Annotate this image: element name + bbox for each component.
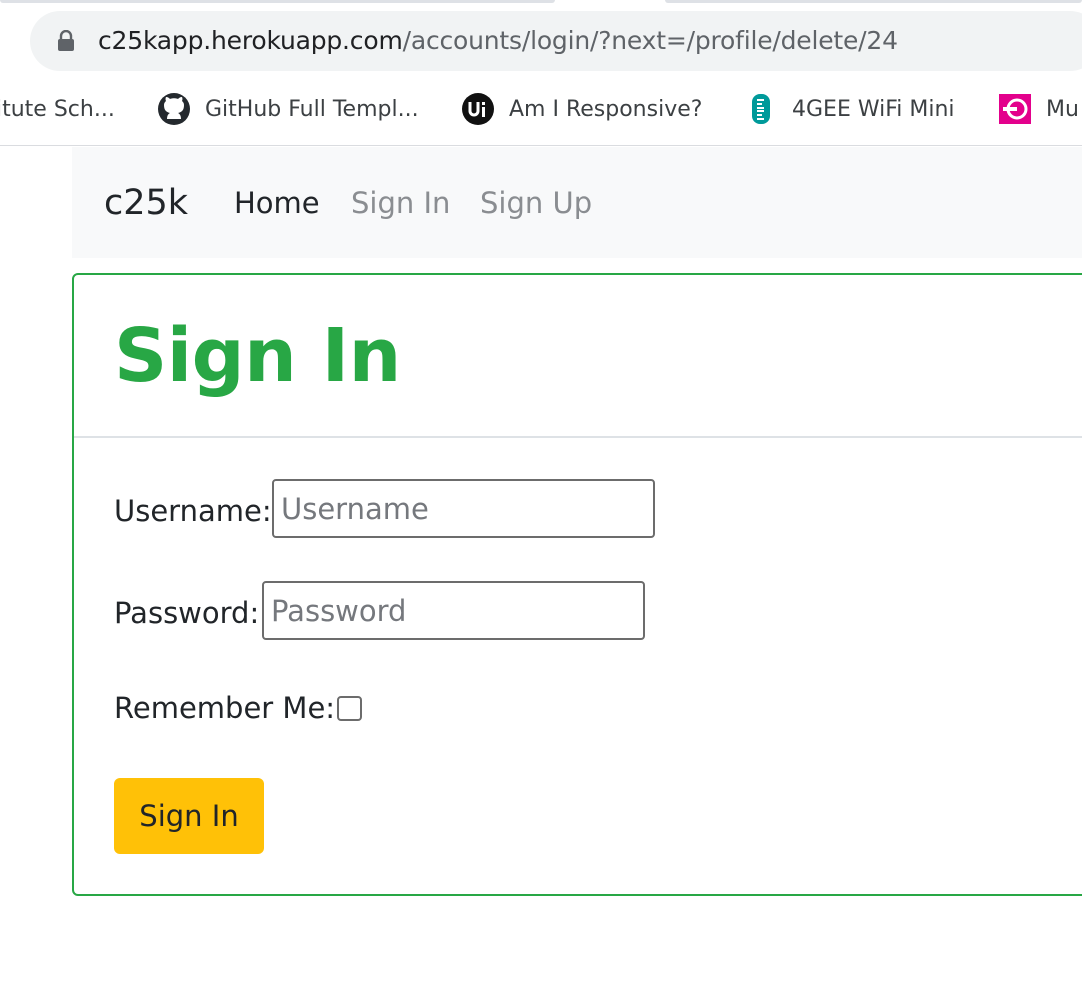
address-bar-url[interactable]: c25kapp.herokuapp.com/accounts/login/?ne… [98, 24, 898, 58]
bookmark-item[interactable]: Am I Responsive? [461, 86, 702, 132]
github-icon [157, 92, 191, 126]
password-input[interactable] [262, 581, 645, 640]
bookmark-label: itute Sch... [0, 96, 115, 122]
nav-link-sign-in[interactable]: Sign In [351, 183, 450, 223]
bookmark-item[interactable]: GitHub Full Templ... [157, 86, 419, 132]
bookmark-label: Am I Responsive? [509, 96, 703, 122]
password-label: Password: [114, 596, 260, 630]
remember-me-checkbox[interactable] [337, 696, 362, 721]
bookmark-label: GitHub Full Templ... [205, 96, 419, 122]
bookmark-label: 4GEE WiFi Mini [792, 96, 955, 122]
bookmark-label: Mu [1046, 96, 1079, 122]
sign-in-submit-button[interactable]: Sign In [114, 778, 264, 854]
bookmark-item[interactable]: itute Sch... [0, 86, 115, 132]
navbar-brand[interactable]: c25k [104, 181, 188, 225]
bookmark-item[interactable]: 4GEE WiFi Mini [744, 86, 955, 132]
ee-icon [744, 92, 778, 126]
pink-logo-icon [998, 92, 1032, 126]
tab-strip-edge [0, 0, 555, 3]
browser-chrome: c25kapp.herokuapp.com/accounts/login/?ne… [0, 0, 1082, 146]
ui-icon [461, 92, 495, 126]
sign-in-card: Sign In Username: Password: Remember Me:… [72, 273, 1082, 896]
page-title: Sign In [114, 313, 401, 399]
remember-me-label: Remember Me: [114, 691, 336, 725]
bookmark-item[interactable]: Mu [998, 86, 1079, 132]
site-navbar: c25k Home Sign In Sign Up [72, 147, 1082, 258]
lock-icon[interactable] [57, 30, 75, 52]
card-header: Sign In [74, 275, 1082, 438]
username-label: Username: [114, 494, 272, 528]
url-path: /accounts/login/?next=/profile/delete/24 [402, 26, 898, 55]
username-input[interactable] [272, 479, 655, 538]
nav-link-home[interactable]: Home [234, 183, 320, 223]
nav-link-sign-up[interactable]: Sign Up [480, 183, 592, 223]
bookmarks-bar: itute Sch... GitHub Full Templ... Am I R… [0, 86, 1082, 132]
url-host: c25kapp.herokuapp.com [98, 26, 403, 55]
tab-strip-edge [665, 0, 1082, 3]
